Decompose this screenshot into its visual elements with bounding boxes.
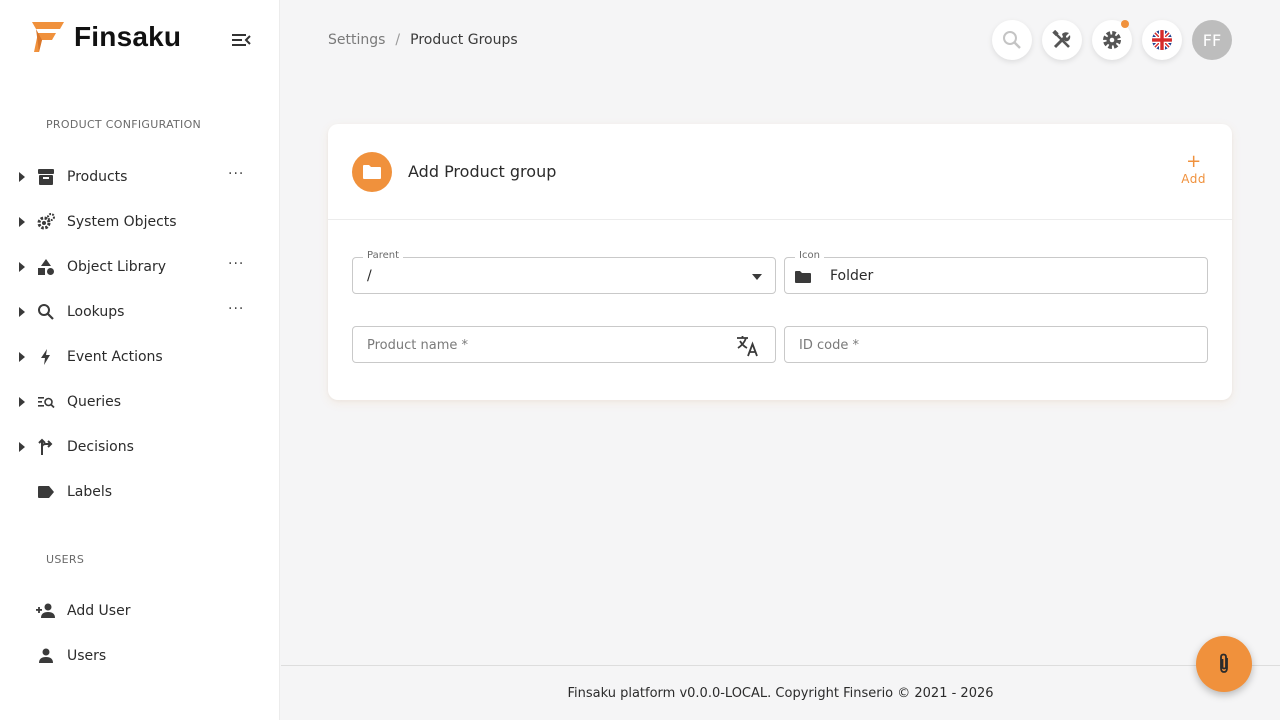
expand-caret-icon[interactable] [19,397,25,407]
add-product-group-card: Add Product group + Add Parent / Icon Fo… [328,124,1232,400]
finsaku-logo-icon [32,22,64,52]
breadcrumb-separator: / [395,32,401,48]
uk-flag-icon [1152,30,1172,50]
dropdown-arrow-icon[interactable] [752,274,762,280]
expand-caret-icon[interactable] [19,172,25,182]
sidebar-item-users[interactable]: Users [0,638,280,674]
more-options-icon[interactable]: ··· [228,302,244,316]
sidebar-item-system-objects[interactable]: System Objects [0,204,280,240]
translate-icon[interactable] [735,334,759,358]
expand-caret-icon[interactable] [19,217,25,227]
breadcrumb: Settings / Product Groups [328,32,518,48]
more-options-icon[interactable]: ··· [228,257,244,271]
card-title: Add Product group [408,162,557,181]
add-button[interactable]: + Add [1181,151,1206,187]
sidebar-item-queries[interactable]: Queries [0,384,280,420]
section-title-product-configuration: PRODUCT CONFIGURATION [46,118,202,131]
top-actions: FF [992,20,1232,60]
sidebar-item-object-library[interactable]: Object Library ··· [0,249,280,285]
footer-copyright: Finsaku platform v0.0.0-LOCAL. Copyright… [567,686,994,701]
sidebar-item-label: Event Actions [67,349,163,365]
query-list-icon [36,392,56,412]
icon-value: Folder [830,268,874,284]
tools-icon [1052,30,1071,49]
tools-button[interactable] [1042,20,1082,60]
expand-caret-icon[interactable] [19,352,25,362]
parent-legend: Parent [363,250,404,261]
id-code-placeholder: ID code * [799,338,859,353]
person-icon [36,646,56,666]
expand-caret-icon[interactable] [19,442,25,452]
sidebar: Finsaku PRODUCT CONFIGURATION Products ·… [0,0,280,720]
collapse-sidebar-button[interactable] [230,30,252,50]
attachment-fab-button[interactable] [1196,636,1252,692]
expand-caret-icon[interactable] [19,307,25,317]
sidebar-item-label: Lookups [67,304,125,320]
sidebar-item-label: Add User [67,603,131,619]
bolt-icon [36,347,56,367]
add-user-icon [36,601,56,621]
plus-icon: + [1186,151,1202,172]
folder-icon [363,165,381,179]
search-button[interactable] [992,20,1032,60]
sidebar-item-label: System Objects [67,214,177,230]
search-icon [1003,31,1021,49]
parent-select[interactable]: Parent / [352,250,776,294]
expand-caret-icon[interactable] [19,262,25,272]
breadcrumb-current: Product Groups [410,32,518,48]
settings-button[interactable] [1092,20,1132,60]
parent-value: / [367,268,372,284]
sidebar-item-label: Products [67,169,128,185]
folder-icon [795,271,811,283]
sidebar-item-label: Labels [67,484,113,500]
sidebar-item-add-user[interactable]: Add User [0,593,280,629]
add-button-label: Add [1181,172,1206,186]
sidebar-item-decisions[interactable]: Decisions [0,429,280,465]
sidebar-item-label: Object Library [67,259,166,275]
fork-arrow-icon [36,437,56,457]
icon-field[interactable]: Icon Folder [784,250,1208,294]
sidebar-item-event-actions[interactable]: Event Actions [0,339,280,375]
gears-icon [36,212,56,232]
sidebar-item-label: Queries [67,394,122,410]
more-options-icon[interactable]: ··· [228,167,244,181]
brand-name: Finsaku [74,21,182,52]
brand-logo[interactable]: Finsaku [30,20,181,54]
search-icon [36,302,56,322]
icon-legend: Icon [795,250,824,261]
card-header: Add Product group + Add [328,124,1232,220]
product-name-input[interactable]: Product name * [352,326,776,363]
footer: Finsaku platform v0.0.0-LOCAL. Copyright… [281,665,1280,720]
user-avatar[interactable]: FF [1192,20,1232,60]
sidebar-item-labels[interactable]: Labels [0,474,280,510]
sidebar-item-products[interactable]: Products ··· [0,159,280,195]
id-code-input[interactable]: ID code * [784,326,1208,363]
menu-collapse-icon [232,34,251,46]
paperclip-icon [1220,653,1228,673]
section-title-users: USERS [46,553,85,566]
breadcrumb-settings-link[interactable]: Settings [328,32,385,48]
sidebar-item-label: Decisions [67,439,134,455]
archive-icon [36,167,56,187]
label-tag-icon [36,482,56,502]
shapes-icon [36,257,56,277]
gear-icon [1103,31,1121,49]
folder-badge [352,152,392,192]
language-button[interactable] [1142,20,1182,60]
sidebar-item-label: Users [67,648,107,664]
notification-dot [1121,20,1129,28]
sidebar-item-lookups[interactable]: Lookups ··· [0,294,280,330]
product-name-placeholder: Product name * [367,338,468,353]
